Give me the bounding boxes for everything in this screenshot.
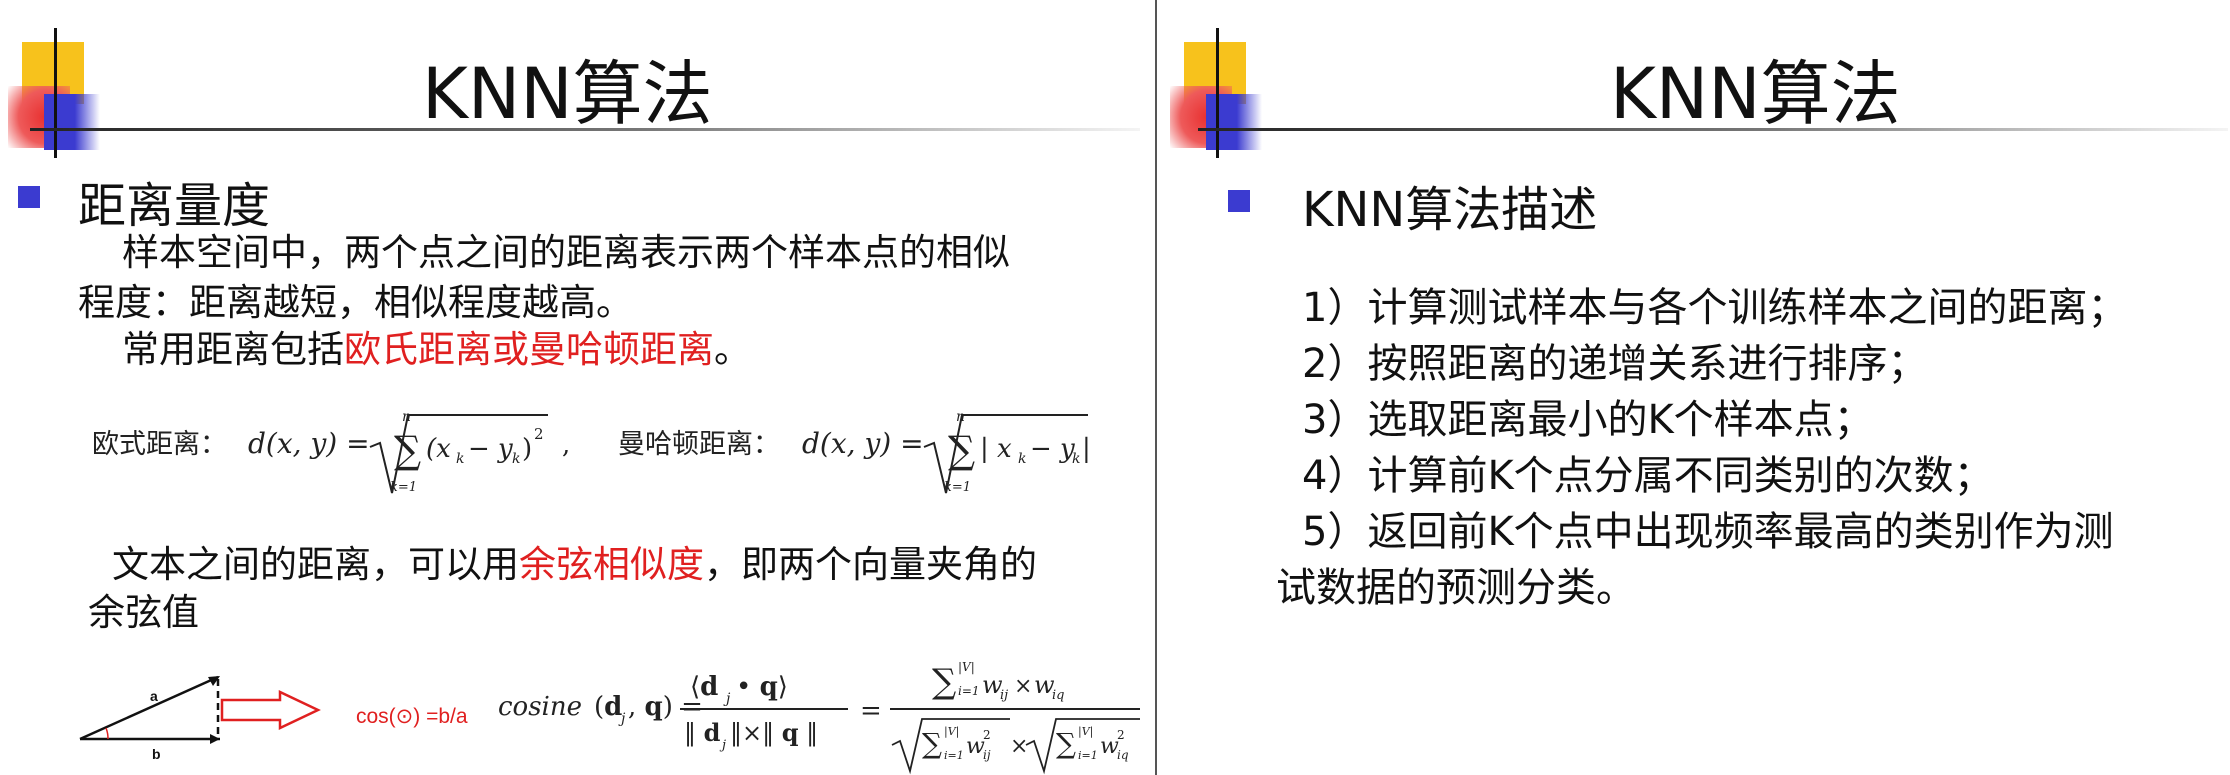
- svg-text:,: ,: [562, 430, 570, 460]
- triangle-hypotenuse: [79, 675, 219, 741]
- svg-text:2: 2: [534, 425, 544, 443]
- title-rule: [1198, 128, 2228, 131]
- step-item: 试数据的预测分类。: [1276, 565, 1636, 611]
- svg-text:∑: ∑: [948, 428, 975, 472]
- svg-text:): ): [522, 434, 532, 464]
- svg-text:(x: (x: [426, 434, 451, 464]
- svg-text:d(x, y) =: d(x, y) =: [248, 427, 370, 460]
- triangle-label-b: b: [152, 746, 161, 762]
- step-item: 3）选取距离最小的K个样本点；: [1302, 397, 1874, 443]
- svg-text:− y: − y: [1030, 434, 1075, 464]
- svg-text:ij: ij: [1000, 688, 1008, 703]
- svg-text:iq: iq: [1117, 748, 1129, 762]
- svg-text:k=1: k=1: [944, 480, 971, 495]
- distance-formulas: 欧式距离： d(x, y) = n ∑ k=1 (x k − y k ) 2 ,…: [92, 409, 1091, 495]
- manhattan-label: 曼哈顿距离：: [618, 429, 780, 459]
- svg-text:n: n: [956, 409, 965, 425]
- svg-text:k: k: [1018, 451, 1026, 467]
- svg-text:|V|: |V|: [958, 660, 975, 674]
- step-item: 4）计算前K个点分属不同类别的次数；: [1302, 453, 1994, 499]
- svg-text:k: k: [1072, 451, 1080, 467]
- paragraph-line: 样本空间中，两个点之间的距离表示两个样本点的相似: [122, 231, 1010, 274]
- svg-text:i=1: i=1: [1078, 749, 1098, 762]
- svg-text:‖ d: ‖ d: [684, 718, 721, 748]
- svg-text:∑: ∑: [932, 662, 956, 702]
- svg-text:∑: ∑: [394, 428, 421, 472]
- svg-text:k=1: k=1: [390, 480, 417, 495]
- svg-text:i=1: i=1: [944, 749, 964, 762]
- title-rule: [30, 128, 1140, 131]
- svg-text:∑: ∑: [922, 727, 942, 760]
- svg-text:k: k: [456, 451, 464, 467]
- cosine-diagram: a b cos(⊙) =b/a cosine (d j , q) = ⟨d j …: [79, 660, 1140, 775]
- svg-text:ij: ij: [983, 748, 991, 762]
- step-item: 2）按照距离的递增关系进行排序；: [1302, 341, 1928, 387]
- arrow-icon: [220, 690, 321, 730]
- slide-title: KNN算法: [1610, 53, 1901, 135]
- svg-text:d(x, y) =: d(x, y) =: [802, 427, 924, 460]
- svg-text:×: ×: [1010, 734, 1028, 759]
- highlight-text: 欧氏距离或曼哈顿距离: [344, 328, 714, 371]
- svg-text:j: j: [723, 691, 731, 707]
- bullet-icon: [18, 186, 40, 208]
- paragraph-line: 程度：距离越短，相似程度越高。: [78, 281, 633, 324]
- step-item: 5）返回前K个点中出现频率最高的类别作为测: [1302, 509, 2114, 555]
- svg-text:(d: (d: [594, 692, 622, 722]
- svg-text:2: 2: [1117, 728, 1125, 742]
- section-heading: KNN算法描述: [1302, 182, 1598, 238]
- svg-text:‖×‖ q ‖: ‖×‖ q ‖: [730, 718, 818, 748]
- svg-text:iq: iq: [1052, 688, 1064, 703]
- paragraph-line: 文本之间的距离，可以用余弦相似度，即两个向量夹角的: [112, 543, 1037, 586]
- svg-text:− y: − y: [468, 434, 513, 464]
- step-item: 1）计算测试样本与各个训练样本之间的距离；: [1302, 285, 2128, 331]
- svg-text:⟨d: ⟨d: [690, 672, 718, 702]
- svg-text:|V|: |V|: [1078, 725, 1093, 739]
- svg-text:=: =: [860, 696, 882, 726]
- svg-text:| x: | x: [980, 434, 1012, 464]
- section-heading: 距离量度: [78, 178, 271, 234]
- left-slide: KNN算法 距离量度 样本空间中，两个点之间的距离表示两个样本点的相似 程度：距…: [0, 0, 1155, 775]
- slide-logo-icon: [8, 28, 128, 158]
- paragraph-line: 常用距离包括欧氏距离或曼哈顿距离。: [122, 328, 751, 371]
- svg-text:|: |: [1082, 434, 1091, 464]
- slide-logo-icon: [1170, 28, 1290, 158]
- svg-text:∑: ∑: [1056, 727, 1076, 760]
- svg-text:i=1: i=1: [958, 684, 980, 698]
- triangle-label-a: a: [150, 688, 158, 704]
- svg-text:2: 2: [983, 728, 991, 742]
- svg-text:|V|: |V|: [944, 725, 959, 739]
- cos-label: cos(⊙) =b/a: [356, 705, 468, 728]
- paragraph-line: 余弦值: [88, 591, 199, 634]
- slide-divider: [1155, 0, 1157, 775]
- svg-text:k: k: [512, 451, 520, 467]
- bullet-icon: [1228, 190, 1250, 212]
- svg-text:• q⟩: • q⟩: [736, 672, 788, 702]
- svg-text:n: n: [402, 409, 411, 425]
- right-slide: KNN算法 KNN算法描述 1）计算测试样本与各个训练样本之间的距离； 2）按照…: [1158, 0, 2230, 775]
- slide-title: KNN算法: [422, 53, 713, 135]
- highlight-text: 余弦相似度: [519, 543, 704, 586]
- svg-text:×: ×: [1014, 674, 1032, 699]
- svg-text:cosine: cosine: [498, 692, 582, 722]
- euclid-label: 欧式距离：: [92, 429, 227, 459]
